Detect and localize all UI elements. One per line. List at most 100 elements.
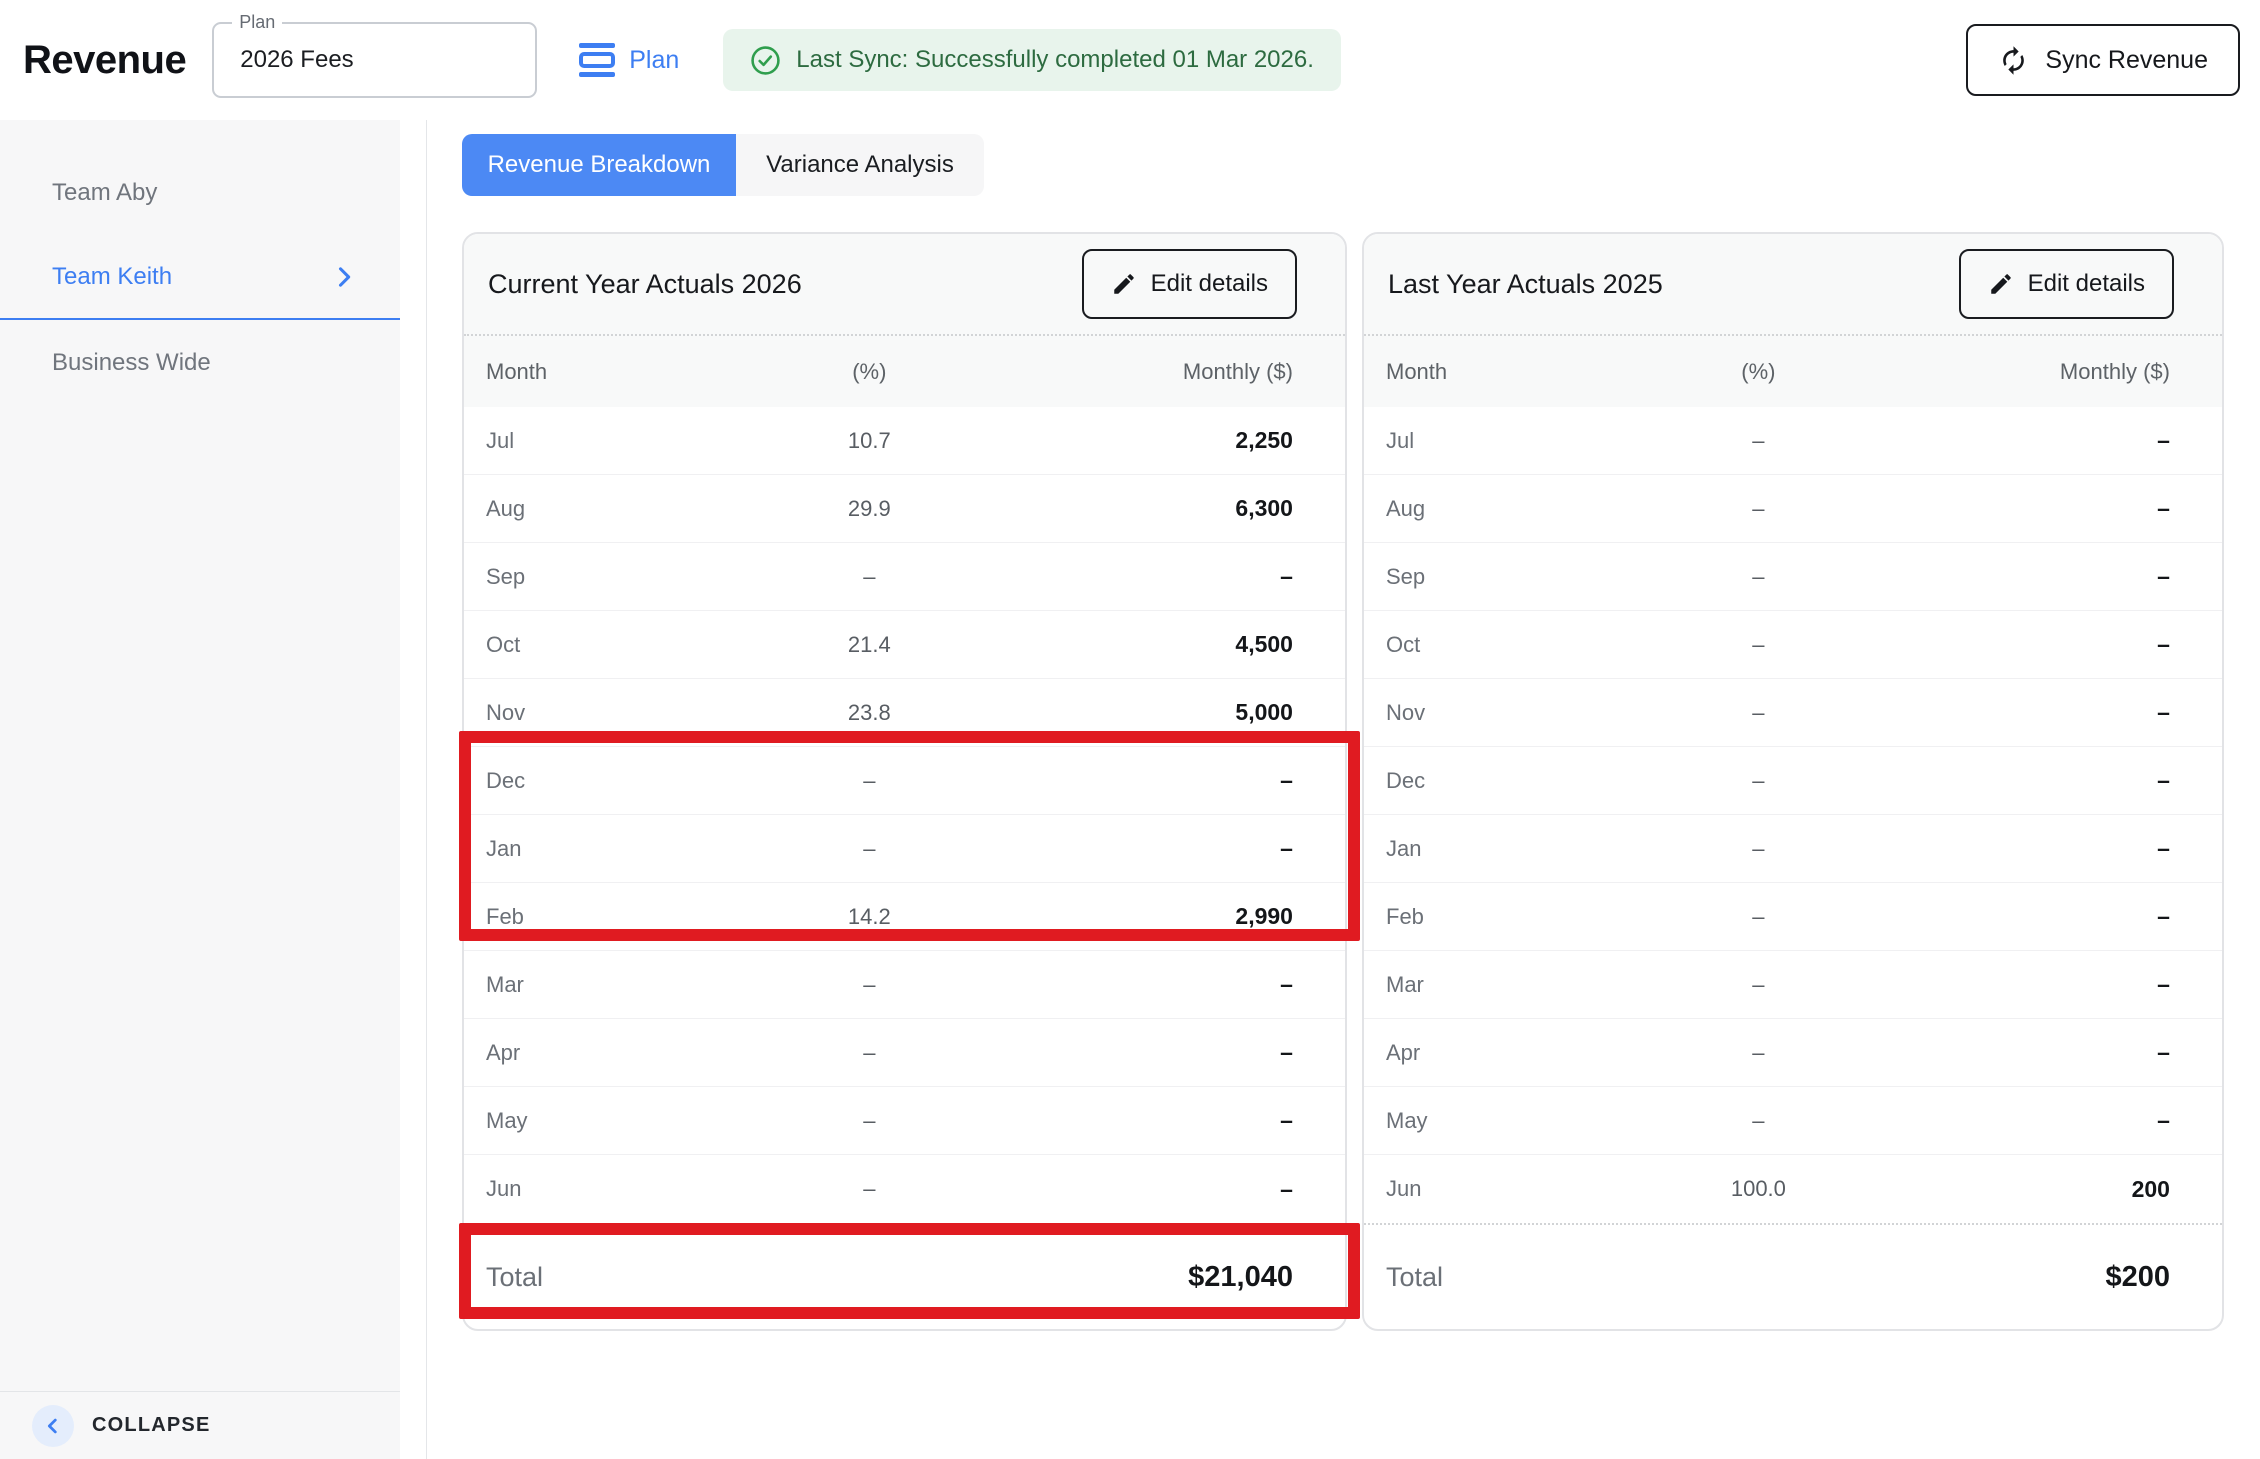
monthly-cell: –	[1896, 835, 2170, 862]
table-body: Jul––Aug––Sep––Oct––Nov––Dec––Jan––Feb––…	[1364, 407, 2222, 1223]
sidebar: Team Aby Team Keith Business Wide	[0, 120, 400, 1459]
pct-cell: 23.8	[728, 700, 1010, 726]
month-cell: Jan	[486, 836, 728, 862]
plan-link[interactable]: Plan	[579, 43, 679, 77]
pct-cell: –	[728, 768, 1010, 794]
edit-details-label: Edit details	[1151, 270, 1268, 298]
pct-cell: –	[1621, 564, 1895, 590]
table-row: Feb––	[1364, 883, 2222, 951]
table-row: Mar––	[1364, 951, 2222, 1019]
month-cell: Nov	[486, 700, 728, 726]
card-header: Current Year Actuals 2026 Edit details	[464, 234, 1345, 334]
table-row: Apr––	[464, 1019, 1345, 1087]
table-row: Feb14.22,990	[464, 883, 1345, 951]
month-cell: Jul	[486, 428, 728, 454]
month-cell: Dec	[1386, 768, 1621, 794]
monthly-cell: –	[1011, 1176, 1293, 1203]
sidebar-item-team-keith[interactable]: Team Keith	[0, 235, 400, 320]
monthly-cell: 4,500	[1011, 631, 1293, 658]
month-cell: Jul	[1386, 428, 1621, 454]
sidebar-item-label: Team Keith	[52, 263, 172, 291]
pct-cell: –	[1621, 836, 1895, 862]
month-cell: May	[486, 1108, 728, 1134]
pencil-icon	[1988, 271, 2014, 297]
actuals-card: Last Year Actuals 2025 Edit details Mont…	[1362, 232, 2224, 1331]
month-cell: May	[1386, 1108, 1621, 1134]
monthly-cell: –	[1896, 971, 2170, 998]
pct-cell: 100.0	[1621, 1176, 1895, 1202]
table-row: Dec––	[1364, 747, 2222, 815]
table-row: Oct21.44,500	[464, 611, 1345, 679]
tab-variance-analysis[interactable]: Variance Analysis	[736, 134, 984, 196]
check-circle-icon	[750, 45, 781, 76]
month-cell: Feb	[1386, 904, 1621, 930]
monthly-cell: 6,300	[1011, 495, 1293, 522]
table-row: Nov23.85,000	[464, 679, 1345, 747]
tab-label: Revenue Breakdown	[488, 151, 711, 179]
monthly-cell: –	[1896, 1107, 2170, 1134]
month-cell: Nov	[1386, 700, 1621, 726]
column-header-month: Month	[1386, 359, 1621, 385]
plan-input[interactable]	[212, 22, 537, 98]
tab-revenue-breakdown[interactable]: Revenue Breakdown	[462, 134, 736, 196]
total-row: Total $21,040	[464, 1223, 1345, 1329]
sync-icon	[1998, 45, 2029, 76]
plan-field-label: Plan	[232, 12, 282, 33]
month-cell: Sep	[486, 564, 728, 590]
plan-icon	[579, 43, 615, 77]
card-title: Last Year Actuals 2025	[1388, 269, 1663, 300]
last-sync-badge: Last Sync: Successfully completed 01 Mar…	[723, 29, 1341, 91]
top-bar: Revenue Plan Plan Last Sync: Successfull…	[0, 0, 2260, 120]
table-row: May––	[1364, 1087, 2222, 1155]
pct-cell: 10.7	[728, 428, 1010, 454]
monthly-cell: –	[1011, 835, 1293, 862]
monthly-cell: –	[1896, 699, 2170, 726]
collapse-label: COLLAPSE	[92, 1414, 211, 1437]
revenue-logo: Revenue	[23, 38, 186, 83]
pct-cell: –	[1621, 1108, 1895, 1134]
month-cell: Feb	[486, 904, 728, 930]
monthly-cell: 5,000	[1011, 699, 1293, 726]
total-value: $200	[2105, 1261, 2170, 1294]
month-cell: Dec	[486, 768, 728, 794]
monthly-cell: –	[1011, 767, 1293, 794]
sidebar-item-business-wide[interactable]: Business Wide	[0, 320, 400, 405]
month-cell: Oct	[1386, 632, 1621, 658]
table-body: Jul10.72,250Aug29.96,300Sep––Oct21.44,50…	[464, 407, 1345, 1223]
collapse-button[interactable]: COLLAPSE	[0, 1391, 400, 1459]
last-sync-text: Last Sync: Successfully completed 01 Mar…	[796, 46, 1314, 74]
column-header-monthly: Monthly ($)	[1011, 359, 1293, 385]
cards-row: Current Year Actuals 2026 Edit details M…	[462, 232, 2260, 1331]
sidebar-item-team-aby[interactable]: Team Aby	[0, 150, 400, 235]
pct-cell: –	[1621, 768, 1895, 794]
table-header: Month (%) Monthly ($)	[1364, 334, 2222, 407]
pct-cell: –	[1621, 972, 1895, 998]
pct-cell: –	[728, 836, 1010, 862]
total-value: $21,040	[1188, 1261, 1293, 1294]
column-header-month: Month	[486, 359, 728, 385]
edit-details-button[interactable]: Edit details	[1082, 249, 1297, 319]
monthly-cell: –	[1896, 1039, 2170, 1066]
month-cell: Apr	[486, 1040, 728, 1066]
pct-cell: –	[1621, 904, 1895, 930]
table-row: Dec––	[464, 747, 1345, 815]
table-row: Apr––	[1364, 1019, 2222, 1087]
pct-cell: –	[1621, 632, 1895, 658]
column-header-pct: (%)	[1621, 359, 1895, 385]
chevron-left-icon	[32, 1405, 74, 1447]
month-cell: Mar	[486, 972, 728, 998]
pct-cell: –	[728, 972, 1010, 998]
table-header: Month (%) Monthly ($)	[464, 334, 1345, 407]
monthly-cell: –	[1011, 971, 1293, 998]
pct-cell: 14.2	[728, 904, 1010, 930]
edit-details-button[interactable]: Edit details	[1959, 249, 2174, 319]
monthly-cell: –	[1896, 495, 2170, 522]
sync-revenue-button[interactable]: Sync Revenue	[1966, 24, 2240, 96]
pencil-icon	[1111, 271, 1137, 297]
table-row: Sep––	[1364, 543, 2222, 611]
monthly-cell: –	[1011, 563, 1293, 590]
table-row: Jul10.72,250	[464, 407, 1345, 475]
month-cell: Jun	[1386, 1176, 1621, 1202]
table-row: Nov––	[1364, 679, 2222, 747]
edit-details-label: Edit details	[2028, 270, 2145, 298]
